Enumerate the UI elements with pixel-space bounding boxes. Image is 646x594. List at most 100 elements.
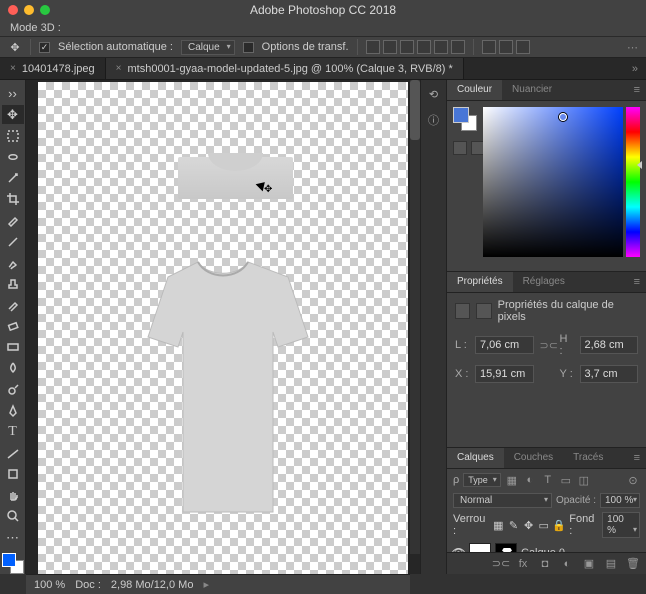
color-swatches[interactable] bbox=[2, 553, 24, 574]
auto-select-dropdown[interactable]: Calque bbox=[181, 40, 235, 55]
gradient-tool[interactable] bbox=[2, 338, 24, 357]
more-tools[interactable]: ⋯ bbox=[2, 528, 24, 547]
filter-smart-icon[interactable]: ◫ bbox=[577, 473, 591, 487]
lock-all-icon[interactable]: 🔒 bbox=[553, 519, 565, 531]
transform-checkbox[interactable] bbox=[243, 42, 254, 53]
link-layers-icon[interactable]: ⊃⊂ bbox=[494, 557, 508, 571]
tab-adjustments[interactable]: Réglages bbox=[513, 272, 575, 292]
blur-tool[interactable] bbox=[2, 359, 24, 378]
filter-toggle[interactable]: ⊙ bbox=[626, 473, 640, 487]
panel-menu-icon[interactable]: ≡ bbox=[628, 448, 646, 468]
new-layer-icon[interactable]: ▤ bbox=[604, 557, 618, 571]
fx-icon[interactable]: fx bbox=[516, 557, 530, 571]
filter-adjust-icon[interactable]: ◐ bbox=[523, 473, 537, 487]
close-tab-icon[interactable]: × bbox=[116, 63, 122, 74]
tshirt-layer[interactable] bbox=[128, 252, 348, 532]
x-input[interactable]: 15,91 cm bbox=[475, 365, 534, 383]
type-tool[interactable]: T bbox=[2, 422, 24, 441]
y-label: Y : bbox=[560, 368, 574, 380]
status-menu-icon[interactable]: ▸ bbox=[203, 578, 209, 591]
wand-tool[interactable] bbox=[2, 169, 24, 188]
tab-layers[interactable]: Calques bbox=[447, 448, 504, 468]
mask-thumb[interactable] bbox=[495, 543, 517, 553]
filter-icon[interactable]: ρ bbox=[453, 474, 459, 486]
dist-1[interactable] bbox=[482, 40, 496, 54]
hue-slider[interactable] bbox=[626, 107, 640, 257]
crop-tool[interactable] bbox=[2, 190, 24, 209]
filter-type-icon[interactable]: T bbox=[541, 473, 555, 487]
history-icon[interactable]: ⟲ bbox=[426, 86, 442, 102]
y-input[interactable]: 3,7 cm bbox=[580, 365, 639, 383]
tab-paths[interactable]: Tracés bbox=[563, 448, 613, 468]
foreground-color[interactable] bbox=[2, 553, 16, 567]
pen-tool[interactable] bbox=[2, 401, 24, 420]
eyedropper-tool[interactable] bbox=[2, 211, 24, 230]
layer-thumb[interactable] bbox=[469, 543, 491, 553]
lock-pixels-icon[interactable]: ▦ bbox=[493, 519, 504, 531]
menu-mode3d[interactable]: Mode 3D : bbox=[10, 22, 61, 34]
collar-layer[interactable] bbox=[178, 157, 293, 199]
vertical-scrollbar[interactable] bbox=[410, 80, 420, 554]
zoom-tool[interactable] bbox=[2, 507, 24, 526]
panel-menu-icon[interactable]: ≡ bbox=[628, 272, 646, 292]
dist-3[interactable] bbox=[516, 40, 530, 54]
hand-tool[interactable] bbox=[2, 486, 24, 505]
brush-tool[interactable] bbox=[2, 253, 24, 272]
filter-shape-icon[interactable]: ▭ bbox=[559, 473, 573, 487]
opacity-input[interactable]: 100 % bbox=[600, 493, 640, 508]
color-mode-icon[interactable] bbox=[453, 141, 467, 155]
eraser-tool[interactable] bbox=[2, 317, 24, 336]
move-tool[interactable]: ✥ bbox=[2, 105, 24, 124]
tab-doc1[interactable]: × 10401478.jpeg bbox=[0, 58, 106, 79]
canvas[interactable] bbox=[38, 82, 408, 574]
tab-channels[interactable]: Couches bbox=[504, 448, 563, 468]
blend-mode-dropdown[interactable]: Normal bbox=[453, 493, 552, 508]
align-top[interactable] bbox=[366, 40, 380, 54]
fill-input[interactable]: 100 % bbox=[602, 512, 640, 538]
fg-color[interactable] bbox=[453, 107, 469, 123]
adjustment-icon[interactable]: ◐ bbox=[560, 557, 574, 571]
mask-icon[interactable]: ◘ bbox=[538, 557, 552, 571]
align-vcenter[interactable] bbox=[383, 40, 397, 54]
shape-tool[interactable] bbox=[2, 465, 24, 484]
tab-grip[interactable]: ›› bbox=[2, 84, 24, 103]
close-tab-icon[interactable]: × bbox=[10, 63, 16, 74]
filter-image-icon[interactable]: ▦ bbox=[505, 473, 519, 487]
auto-select-checkbox[interactable]: ✓ bbox=[39, 42, 50, 53]
scrollbar-thumb[interactable] bbox=[410, 80, 420, 140]
lock-brush-icon[interactable]: ✎ bbox=[508, 519, 519, 531]
heal-tool[interactable] bbox=[2, 232, 24, 251]
tab-color[interactable]: Couleur bbox=[447, 80, 502, 100]
color-field[interactable] bbox=[483, 107, 623, 257]
stamp-tool[interactable] bbox=[2, 274, 24, 293]
zoom-level[interactable]: 100 % bbox=[34, 579, 65, 591]
lock-position-icon[interactable]: ✥ bbox=[523, 519, 534, 531]
lock-artboard-icon[interactable]: ▭ bbox=[538, 519, 549, 531]
layer-row[interactable]: 👁 Calque 0 bbox=[447, 540, 646, 552]
align-hcenter[interactable] bbox=[434, 40, 448, 54]
lasso-tool[interactable] bbox=[2, 147, 24, 166]
width-input[interactable]: 7,06 cm bbox=[475, 336, 534, 354]
dist-2[interactable] bbox=[499, 40, 513, 54]
path-tool[interactable] bbox=[2, 443, 24, 462]
history-brush-tool[interactable] bbox=[2, 295, 24, 314]
tab-properties[interactable]: Propriétés bbox=[447, 272, 513, 292]
align-left[interactable] bbox=[417, 40, 431, 54]
more-icon[interactable]: ⋯ bbox=[627, 41, 638, 54]
more-tabs-icon[interactable]: » bbox=[624, 63, 646, 75]
tab-swatches[interactable]: Nuancier bbox=[502, 80, 562, 100]
height-input[interactable]: 2,68 cm bbox=[580, 336, 639, 354]
filter-type-dropdown[interactable]: Type bbox=[463, 473, 501, 487]
marquee-tool[interactable] bbox=[2, 126, 24, 145]
info-icon[interactable]: ⓘ bbox=[426, 112, 442, 128]
align-bottom[interactable] bbox=[400, 40, 414, 54]
align-right[interactable] bbox=[451, 40, 465, 54]
panel-menu-icon[interactable]: ≡ bbox=[628, 80, 646, 100]
group-icon[interactable]: ▣ bbox=[582, 557, 596, 571]
link-icon[interactable]: ⊃⊂ bbox=[540, 339, 554, 352]
delete-icon[interactable]: 🗑 bbox=[626, 557, 640, 571]
doc-label: Doc : bbox=[75, 579, 101, 591]
color-swatch[interactable] bbox=[453, 107, 477, 131]
tab-doc2[interactable]: × mtsh0001-gyaa-model-updated-5.jpg @ 10… bbox=[106, 58, 464, 79]
dodge-tool[interactable] bbox=[2, 380, 24, 399]
